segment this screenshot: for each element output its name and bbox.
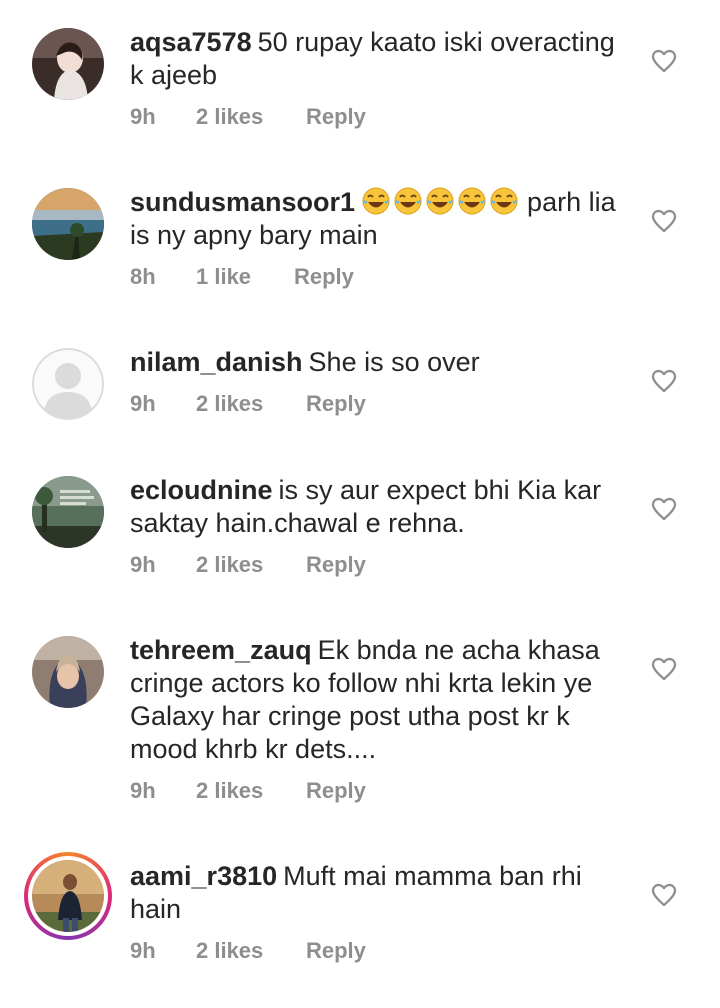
reply-button[interactable]: Reply bbox=[306, 104, 366, 130]
comment-username[interactable]: aqsa7578 bbox=[130, 27, 252, 57]
comment-username[interactable]: tehreem_zauq bbox=[130, 635, 312, 665]
comment-meta: 9h 2 likes Reply bbox=[130, 391, 366, 417]
user-avatar[interactable] bbox=[32, 28, 104, 100]
comment-time: 9h bbox=[130, 938, 156, 963]
user-avatar[interactable] bbox=[32, 188, 104, 260]
comment-likes[interactable]: 2 likes bbox=[196, 552, 306, 578]
comment-text: aami_r3810 Muft mai mamma ban rhi hain bbox=[130, 860, 630, 926]
heart-outline-icon[interactable] bbox=[651, 209, 677, 233]
avatar-landscape-photo bbox=[32, 188, 104, 260]
heart-outline-icon[interactable] bbox=[651, 369, 677, 393]
reply-button[interactable]: Reply bbox=[306, 552, 366, 578]
comment-time: 9h bbox=[130, 778, 156, 803]
reply-button[interactable]: Reply bbox=[306, 938, 366, 964]
comment-text: sundusmansoor1 parh lia is ny apny bary m… bbox=[130, 186, 630, 252]
comment-text: nilam_danish She is so over bbox=[130, 346, 630, 379]
heart-outline-icon[interactable] bbox=[651, 883, 677, 907]
comment-meta: 9h 2 likes Reply bbox=[130, 552, 366, 578]
heart-outline-icon[interactable] bbox=[651, 49, 677, 73]
comment-likes[interactable]: 2 likes bbox=[196, 778, 306, 804]
avatar-scenery-photo bbox=[32, 476, 104, 548]
laughing-tears-emoji bbox=[361, 186, 391, 216]
comment-time: 9h bbox=[130, 104, 156, 129]
comments-list: aqsa7578 50 rupay kaato iski overacting k… bbox=[0, 0, 720, 1008]
user-avatar[interactable] bbox=[32, 476, 104, 548]
heart-outline-icon[interactable] bbox=[651, 657, 677, 681]
laughing-tears-emoji bbox=[425, 186, 455, 216]
comment-meta: 9h 2 likes Reply bbox=[130, 778, 366, 804]
story-ring[interactable] bbox=[24, 852, 112, 940]
comment-username[interactable]: aami_r3810 bbox=[130, 861, 277, 891]
avatar-girl-photo bbox=[32, 28, 104, 100]
laughing-tears-emoji bbox=[457, 186, 487, 216]
user-avatar[interactable] bbox=[32, 860, 104, 932]
laughing-tears-emoji bbox=[489, 186, 519, 216]
reply-button[interactable]: Reply bbox=[294, 264, 354, 290]
user-avatar[interactable] bbox=[32, 636, 104, 708]
comment-meta: 9h 2 likes Reply bbox=[130, 104, 366, 130]
user-avatar[interactable] bbox=[32, 348, 104, 420]
heart-outline-icon[interactable] bbox=[651, 497, 677, 521]
laughing-tears-emoji bbox=[393, 186, 423, 216]
reply-button[interactable]: Reply bbox=[306, 778, 366, 804]
comment-username[interactable]: ecloudnine bbox=[130, 475, 273, 505]
comment-likes[interactable]: 1 like bbox=[196, 264, 294, 290]
avatar-default-placeholder bbox=[32, 348, 104, 420]
comment-likes[interactable]: 2 likes bbox=[196, 104, 306, 130]
comment-likes[interactable]: 2 likes bbox=[196, 938, 306, 964]
comment-username[interactable]: sundusmansoor1 bbox=[130, 187, 355, 217]
comment-meta: 9h 2 likes Reply bbox=[130, 938, 366, 964]
comment-body: She is so over bbox=[308, 347, 480, 377]
comment-time: 9h bbox=[130, 552, 156, 577]
comment-text: tehreem_zauq Ek bnda ne acha khasa cringe… bbox=[130, 634, 630, 766]
reply-button[interactable]: Reply bbox=[306, 391, 366, 417]
avatar-man-photo bbox=[32, 860, 104, 932]
comment-time: 8h bbox=[130, 264, 156, 289]
avatar-hijab-photo bbox=[32, 636, 104, 708]
comment-meta: 8h 1 like Reply bbox=[130, 264, 354, 290]
comment-likes[interactable]: 2 likes bbox=[196, 391, 306, 417]
comment-time: 9h bbox=[130, 391, 156, 416]
comment-text: ecloudnine is sy aur expect bhi Kia kar s… bbox=[130, 474, 630, 540]
comment-text: aqsa7578 50 rupay kaato iski overacting k… bbox=[130, 26, 630, 92]
comment-username[interactable]: nilam_danish bbox=[130, 347, 303, 377]
